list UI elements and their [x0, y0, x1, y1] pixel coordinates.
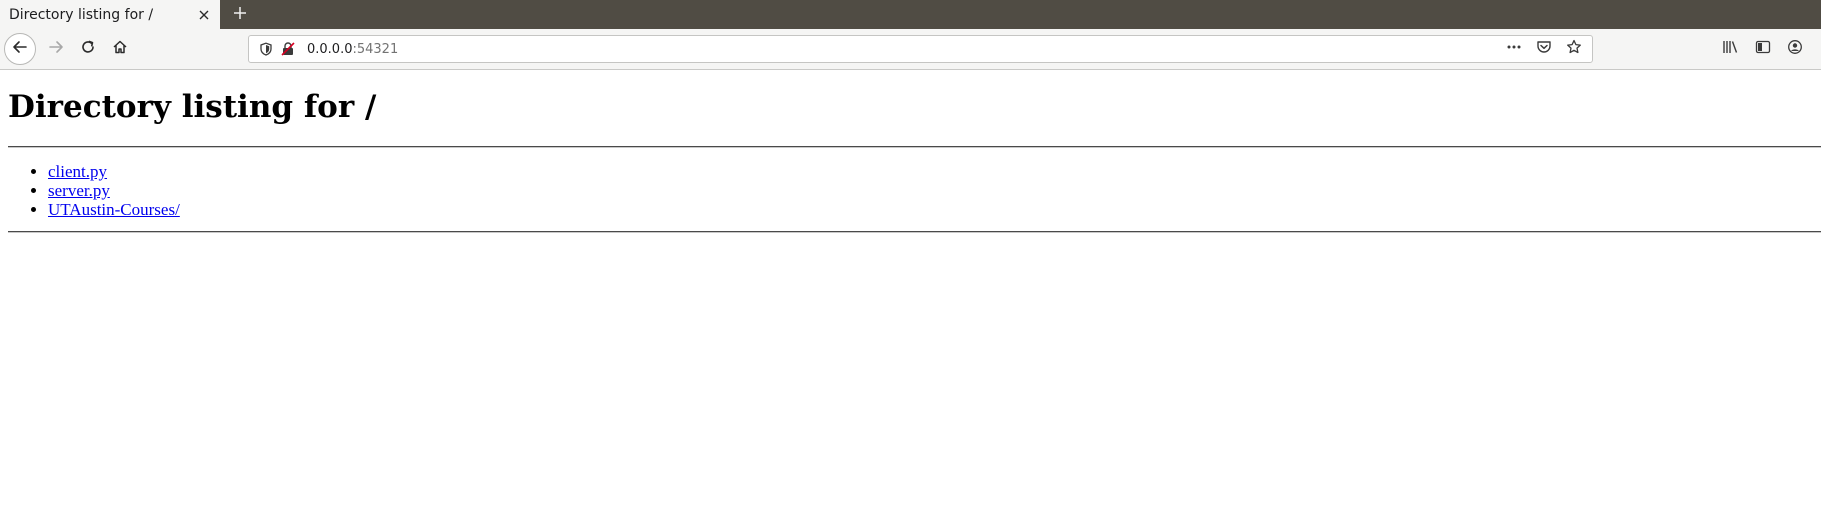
tab-title: Directory listing for / — [9, 6, 154, 23]
insecure-connection-icon[interactable] — [277, 39, 299, 59]
more-horizontal-icon — [1506, 39, 1522, 59]
plus-icon — [233, 5, 247, 24]
forward-button[interactable] — [40, 33, 72, 65]
file-link-client-py[interactable]: client.py — [48, 162, 107, 181]
pocket-icon — [1536, 39, 1552, 59]
new-tab-button[interactable] — [220, 0, 260, 29]
page-content: Directory listing for / client.py server… — [0, 89, 1821, 233]
page-title: Directory listing for / — [8, 89, 377, 125]
url-text[interactable]: 0.0.0.0:54321 — [299, 42, 1502, 57]
home-button[interactable] — [104, 33, 136, 65]
star-icon — [1566, 39, 1582, 59]
folder-link-utaustin-courses[interactable]: UTAustin-Courses/ — [48, 200, 180, 219]
url-host: 0.0.0.0 — [307, 41, 353, 57]
divider-top — [8, 145, 1821, 148]
tab-directory-listing[interactable]: Directory listing for / — [0, 0, 220, 29]
divider-bottom — [8, 230, 1821, 233]
url-port: :54321 — [352, 41, 399, 57]
library-button[interactable] — [1717, 35, 1745, 63]
page-actions-menu-button[interactable] — [1502, 37, 1526, 61]
tab-strip: Directory listing for / — [0, 0, 1821, 29]
sidebar-icon — [1755, 39, 1771, 59]
sidebar-button[interactable] — [1749, 35, 1777, 63]
arrow-right-icon — [48, 39, 64, 59]
directory-list: client.py server.py UTAustin-Courses/ — [8, 162, 1821, 219]
navigation-toolbar: 0.0.0.0:54321 — [0, 29, 1821, 70]
account-icon — [1787, 39, 1803, 59]
file-link-server-py[interactable]: server.py — [48, 181, 110, 200]
account-button[interactable] — [1781, 35, 1809, 63]
pocket-button[interactable] — [1532, 37, 1556, 61]
back-button[interactable] — [4, 33, 36, 65]
home-icon — [112, 39, 128, 59]
list-item: UTAustin-Courses/ — [48, 200, 1821, 219]
list-item: client.py — [48, 162, 1821, 181]
library-icon — [1722, 39, 1740, 59]
page-actions — [1502, 37, 1586, 61]
tracking-protection-shield-icon[interactable] — [255, 39, 277, 59]
arrow-left-icon — [12, 39, 28, 59]
toolbar-right — [1717, 35, 1817, 63]
list-item: server.py — [48, 181, 1821, 200]
address-bar[interactable]: 0.0.0.0:54321 — [248, 35, 1593, 63]
reload-button[interactable] — [72, 33, 104, 65]
close-icon[interactable] — [196, 7, 212, 23]
reload-icon — [80, 39, 96, 59]
bookmark-star-button[interactable] — [1562, 37, 1586, 61]
